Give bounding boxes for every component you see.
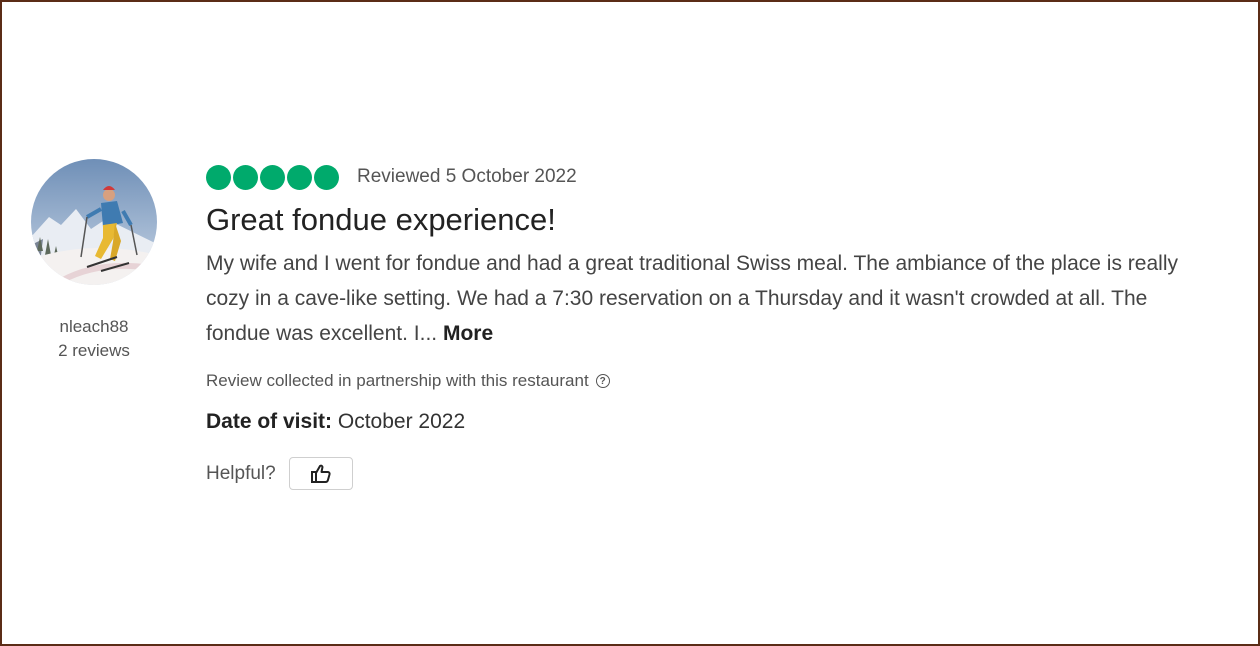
more-link[interactable]: More	[443, 322, 493, 345]
avatar[interactable]	[31, 159, 157, 285]
rating-bubble-icon	[287, 164, 312, 190]
review-card: nleach88 2 reviews Reviewed 5 October 20…	[2, 2, 1258, 644]
helpful-label: Helpful?	[206, 462, 276, 484]
page-frame: nleach88 2 reviews Reviewed 5 October 20…	[0, 0, 1260, 646]
review-text-body: My wife and I went for fondue and had a …	[206, 252, 1178, 345]
question-circle-icon[interactable]: ?	[595, 374, 610, 388]
helpful-vote-button[interactable]	[288, 457, 353, 490]
reviewer-info: nleach88 2 reviews	[30, 159, 158, 363]
rating-bubble-icon	[314, 164, 339, 190]
skier-avatar-image	[31, 159, 157, 285]
review-date: Reviewed 5 October 2022	[357, 166, 577, 187]
helpful-row: Helpful?	[206, 457, 1186, 490]
partnership-note: Review collected in partnership with thi…	[206, 369, 1186, 393]
visit-date-value: October 2022	[332, 410, 466, 433]
visit-date-label: Date of visit:	[206, 410, 333, 433]
review-title[interactable]: Great fondue experience!	[206, 202, 1186, 238]
rating-bubble-icon	[206, 164, 231, 190]
review-text: My wife and I went for fondue and had a …	[206, 246, 1181, 351]
rating-bubble-icon	[260, 164, 285, 190]
reviewer-username[interactable]: nleach88	[30, 315, 158, 339]
rating-bubbles	[206, 164, 339, 190]
review-content: Reviewed 5 October 2022 Great fondue exp…	[206, 162, 1186, 490]
reviewer-review-count: 2 reviews	[58, 341, 130, 360]
rating-bubble-icon	[233, 164, 258, 190]
date-of-visit: Date of visit: October 2022	[206, 409, 1186, 435]
partnership-text: Review collected in partnership with thi…	[206, 371, 589, 390]
rating-row: Reviewed 5 October 2022	[206, 162, 1186, 192]
thumbs-up-icon	[310, 464, 331, 483]
